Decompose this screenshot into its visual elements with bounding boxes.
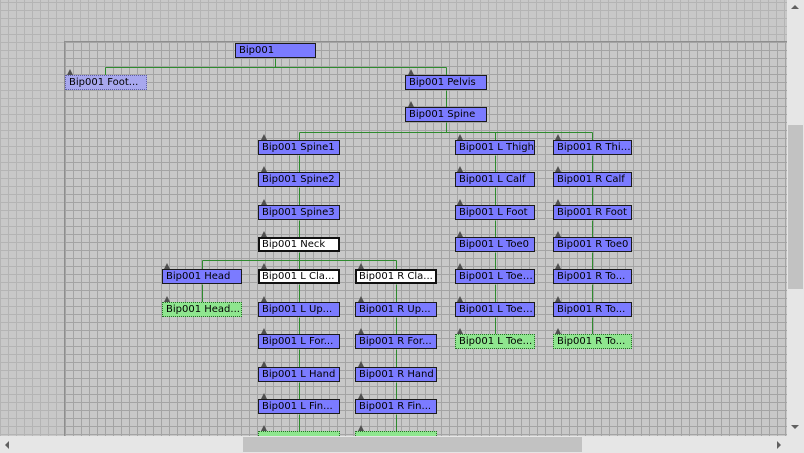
node-r-forearm[interactable]: Bip001 R For... <box>355 334 437 349</box>
vertical-scroll-thumb[interactable] <box>788 125 803 289</box>
scroll-up-arrow-icon[interactable] <box>791 5 799 9</box>
node-bip001[interactable]: Bip001 <box>235 43 316 58</box>
node-l-clavicle[interactable]: Bip001 L Cla... <box>258 269 340 284</box>
node-r-toe0[interactable]: Bip001 R Toe0 <box>553 237 632 252</box>
scrollbar-corner <box>787 436 804 453</box>
node-spine3[interactable]: Bip001 Spine3 <box>258 205 340 220</box>
node-r-toe02[interactable]: Bip001 R To... <box>553 302 632 317</box>
node-head-nub[interactable]: Bip001 Head... <box>162 302 242 317</box>
node-l-thigh[interactable]: Bip001 L Thigh <box>455 140 535 155</box>
node-r-toe-nub[interactable]: Bip001 R To... <box>553 334 632 349</box>
node-r-clavicle[interactable]: Bip001 R Cla... <box>355 269 437 284</box>
node-l-toe01[interactable]: Bip001 L Toe01 <box>455 269 535 284</box>
node-l-hand[interactable]: Bip001 L Hand <box>258 367 340 382</box>
horizontal-scroll-thumb[interactable] <box>243 437 582 452</box>
node-r-upperarm[interactable]: Bip001 R Up... <box>355 302 437 317</box>
scroll-left-arrow-icon[interactable] <box>5 441 9 449</box>
node-r-hand[interactable]: Bip001 R Hand <box>355 367 437 382</box>
node-l-foot[interactable]: Bip001 L Foot <box>455 205 535 220</box>
node-r-calf[interactable]: Bip001 R Calf <box>553 172 632 187</box>
node-spine2[interactable]: Bip001 Spine2 <box>258 172 340 187</box>
node-l-upperarm[interactable]: Bip001 L Up... <box>258 302 340 317</box>
node-neck[interactable]: Bip001 Neck <box>258 237 340 252</box>
node-spine[interactable]: Bip001 Spine <box>405 107 487 122</box>
node-r-finger[interactable]: Bip001 R Fin... <box>355 399 437 414</box>
schematic-view[interactable]: Bip001 Bip001 Foot... Bip001 Pelvis Bip0… <box>0 0 787 436</box>
node-pelvis[interactable]: Bip001 Pelvis <box>405 75 487 90</box>
scroll-right-arrow-icon[interactable] <box>777 441 781 449</box>
node-r-toe01[interactable]: Bip001 R To... <box>553 269 632 284</box>
node-r-thigh[interactable]: Bip001 R Thigh <box>553 140 632 155</box>
node-l-forearm[interactable]: Bip001 L For... <box>258 334 340 349</box>
node-l-toe0[interactable]: Bip001 L Toe0 <box>455 237 535 252</box>
scroll-down-arrow-icon[interactable] <box>791 425 799 429</box>
node-head[interactable]: Bip001 Head <box>162 269 242 284</box>
node-l-toe-nub[interactable]: Bip001 L Toe... <box>455 334 535 349</box>
node-l-finger[interactable]: Bip001 L Fin... <box>258 399 340 414</box>
node-spine1[interactable]: Bip001 Spine1 <box>258 140 340 155</box>
node-footsteps[interactable]: Bip001 Foot... <box>65 75 147 90</box>
node-l-calf[interactable]: Bip001 L Calf <box>455 172 535 187</box>
node-l-toe02[interactable]: Bip001 L Toe02 <box>455 302 535 317</box>
node-r-foot[interactable]: Bip001 R Foot <box>553 205 632 220</box>
